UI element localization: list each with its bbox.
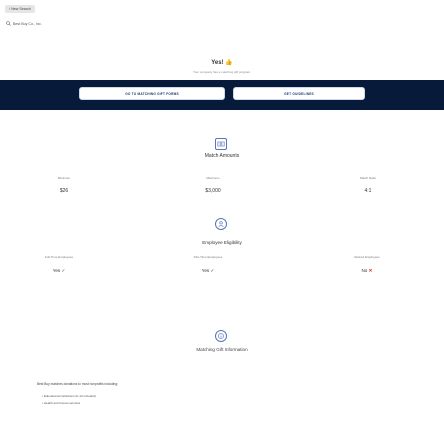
matching-gift-info-title: Matching Gift Information [196, 347, 248, 352]
minimum-value: $26 [59, 188, 69, 194]
maximum-value: $3,000 [205, 188, 221, 194]
info-icon [215, 330, 227, 342]
matching-info-bullet: Health and human services [42, 401, 80, 405]
result-block: Yes! 👍 Your company has a matching gift … [0, 59, 444, 74]
match-ratio-label: Match Ratio [359, 176, 376, 180]
matching-info-intro: Best Buy matches donations to most nonpr… [37, 382, 118, 386]
retired-value: No ✕ [361, 268, 373, 273]
match-ratio-value: 4:1 [364, 188, 372, 194]
search-query-text: Best Buy Co., Inc. [13, 21, 42, 26]
matching-gift-forms-button[interactable]: GO TO MATCHING GIFT FORMS [79, 87, 225, 100]
match-amounts-title: Match Amounts [204, 153, 240, 159]
money-icon [215, 138, 227, 150]
minimum-label: Minimum [57, 176, 71, 180]
get-guidelines-button[interactable]: GET GUIDELINES [233, 87, 365, 100]
fulltime-value: Yes ✓ [52, 268, 66, 273]
search-query: Best Buy Co., Inc. [6, 21, 42, 26]
result-title: Yes! 👍 [211, 60, 233, 66]
check-icon: ✓ [61, 268, 66, 273]
thumbs-up-icon: 👍 [225, 60, 233, 66]
matching-info-bullet: Educational institutions (K-12 included) [42, 394, 96, 398]
x-icon: ✕ [368, 268, 373, 273]
new-search-button[interactable]: ‹ New Search [5, 5, 35, 13]
check-icon: ✓ [210, 268, 215, 273]
employee-icon [215, 218, 227, 230]
search-icon [6, 21, 11, 26]
parttime-value: Yes ✓ [201, 268, 215, 273]
maximum-label: Maximum [206, 176, 220, 180]
employee-eligibility-title: Employee Eligibility [202, 240, 242, 245]
result-subtitle: Your company has a matching gift program… [193, 70, 251, 74]
fulltime-label: Full-Time Employees [44, 255, 74, 259]
parttime-label: Part-Time Employees [193, 255, 223, 259]
retired-label: Retired Employees [354, 255, 380, 259]
